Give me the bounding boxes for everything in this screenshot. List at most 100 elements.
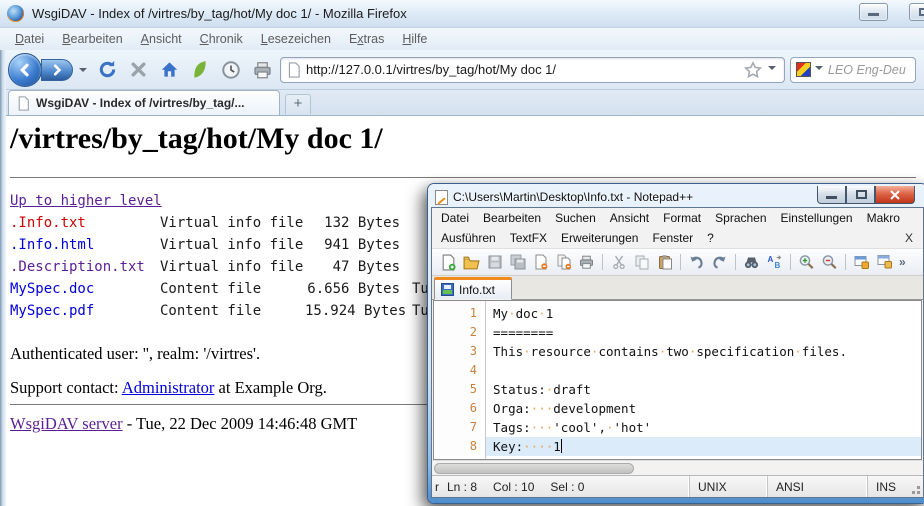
redo-button[interactable]: [709, 252, 730, 273]
find-button[interactable]: [741, 252, 762, 273]
maximize-button[interactable]: [909, 3, 924, 21]
text-editor[interactable]: 12345678 My·doc·1========This·resource·c…: [433, 300, 922, 460]
save-button[interactable]: [484, 252, 505, 273]
replace-button[interactable]: AB: [764, 252, 785, 273]
open-file-button[interactable]: [461, 252, 482, 273]
divider: [10, 177, 916, 178]
editor-gutter: 12345678: [434, 301, 486, 459]
undo-button[interactable]: [686, 252, 707, 273]
forward-button[interactable]: [41, 59, 73, 81]
svg-text:B: B: [775, 261, 781, 270]
page-title: /virtres/by_tag/hot/My doc 1/: [10, 122, 383, 156]
engine-dropdown[interactable]: [815, 66, 823, 74]
support-suffix: at Example Org.: [214, 378, 326, 397]
file-link[interactable]: .Info.html: [10, 234, 160, 256]
menu-fenster[interactable]: Fenster: [645, 229, 700, 247]
file-size: 132 Bytes: [305, 212, 400, 234]
support-line: Support contact: Administrator at Exampl…: [10, 378, 327, 398]
file-link[interactable]: .Description.txt: [10, 256, 160, 278]
notepad-doc-icon: [435, 190, 448, 205]
menu-suchen[interactable]: Suchen: [548, 209, 603, 227]
editor-lines[interactable]: My·doc·1========This·resource·contains·t…: [486, 301, 921, 459]
reload-button[interactable]: [94, 57, 120, 83]
menu-help[interactable]: ?: [700, 229, 721, 247]
print-button[interactable]: [249, 57, 275, 83]
sync-scroll-h-icon: [876, 254, 893, 270]
administrator-link[interactable]: Administrator: [122, 378, 215, 397]
sync-scroll-vertical-button[interactable]: [851, 252, 872, 273]
close-all-button[interactable]: [553, 252, 574, 273]
zoom-out-button[interactable]: [819, 252, 840, 273]
save-all-button[interactable]: [507, 252, 528, 273]
zoom-in-button[interactable]: [796, 252, 817, 273]
nav-history-dropdown[interactable]: [79, 68, 87, 76]
print-button[interactable]: [576, 252, 597, 273]
toolbar-overflow-button[interactable]: »: [899, 255, 906, 269]
menu-extras[interactable]: Extras: [340, 30, 393, 48]
address-bar[interactable]: http://127.0.0.1/virtres/by_tag/hot/My d…: [280, 57, 785, 83]
menu-bearbeiten[interactable]: Bearbeiten: [476, 209, 548, 227]
leaf-addon-button[interactable]: [187, 57, 213, 83]
file-date: Tu: [400, 278, 429, 300]
sync-scroll-horizontal-button[interactable]: [874, 252, 895, 273]
stop-button[interactable]: [125, 57, 151, 83]
menu-chronik[interactable]: Chronik: [191, 30, 252, 48]
scrollbar-thumb[interactable]: [434, 463, 634, 474]
paste-button[interactable]: [654, 252, 675, 273]
menu-ausfuehren[interactable]: Ausführen: [434, 229, 503, 247]
back-button[interactable]: [8, 53, 42, 87]
search-engine-label[interactable]: LEO Eng-Deu: [828, 63, 906, 77]
menu-erweiterungen[interactable]: Erweiterungen: [554, 229, 645, 247]
menu-lesezeichen[interactable]: Lesezeichen: [252, 30, 340, 48]
file-link[interactable]: MySpec.pdf: [10, 300, 160, 322]
new-file-icon: [440, 254, 457, 271]
up-to-higher-level-link[interactable]: Up to higher level: [10, 190, 162, 212]
server-line: WsgiDAV server - Tue, 22 Dec 2009 14:46:…: [10, 414, 357, 434]
url-dropdown[interactable]: [768, 66, 776, 74]
sync-scroll-v-icon: [853, 254, 870, 270]
home-button[interactable]: [156, 57, 182, 83]
minimize-button[interactable]: [859, 3, 888, 21]
menu-hilfe[interactable]: Hilfe: [393, 30, 436, 48]
new-tab-button[interactable]: +: [285, 94, 311, 114]
menu-ansicht[interactable]: Ansicht: [603, 209, 656, 227]
minimize-button[interactable]: [817, 186, 846, 204]
status-position: r Ln : 8 Col : 10 Sel : 0: [432, 480, 689, 494]
menu-ansicht[interactable]: Ansicht: [132, 30, 191, 48]
document-tab[interactable]: Info.txt: [434, 277, 512, 300]
copy-button[interactable]: [631, 252, 652, 273]
menu-makro[interactable]: Makro: [860, 209, 907, 227]
file-link[interactable]: .Info.txt: [10, 212, 160, 234]
bookmark-star-icon[interactable]: [744, 61, 762, 79]
resize-grip[interactable]: [909, 476, 923, 497]
close-document-button[interactable]: X: [895, 231, 923, 245]
maximize-button[interactable]: [846, 186, 875, 204]
menu-textfx[interactable]: TextFX: [503, 229, 554, 247]
close-button[interactable]: [875, 186, 915, 204]
new-file-button[interactable]: [438, 252, 459, 273]
browser-tab[interactable]: WsgiDAV - Index of /virtres/by_tag/...: [8, 90, 280, 115]
tab-label: Info.txt: [459, 283, 495, 297]
firefox-tabbar: WsgiDAV - Index of /virtres/by_tag/... +: [0, 90, 924, 116]
menu-format[interactable]: Format: [656, 209, 708, 227]
history-clock-button[interactable]: [218, 57, 244, 83]
search-bar[interactable]: LEO Eng-Deu: [790, 57, 916, 83]
url-text[interactable]: http://127.0.0.1/virtres/by_tag/hot/My d…: [306, 62, 739, 77]
close-document-button[interactable]: [530, 252, 551, 273]
menu-datei[interactable]: Datei: [434, 209, 476, 227]
notepad-window-title: C:\Users\Martin\Desktop\Info.txt - Notep…: [453, 190, 693, 204]
toolbar-separator: [602, 254, 603, 270]
menu-datei[interactable]: Datei: [6, 30, 53, 48]
menu-bearbeiten[interactable]: Bearbeiten: [53, 30, 131, 48]
cut-button[interactable]: [608, 252, 629, 273]
notepad-tabbar: Info.txt: [432, 276, 923, 300]
toolbar-separator: [680, 254, 681, 270]
horizontal-scrollbar[interactable]: [432, 460, 923, 475]
file-link[interactable]: MySpec.doc: [10, 278, 160, 300]
file-type: Content file: [160, 278, 305, 300]
menu-sprachen[interactable]: Sprachen: [708, 209, 773, 227]
save-icon: [487, 254, 503, 270]
leo-engine-icon[interactable]: [796, 62, 811, 77]
menu-einstellungen[interactable]: Einstellungen: [774, 209, 860, 227]
wsgidav-server-link[interactable]: WsgiDAV server: [10, 414, 123, 433]
